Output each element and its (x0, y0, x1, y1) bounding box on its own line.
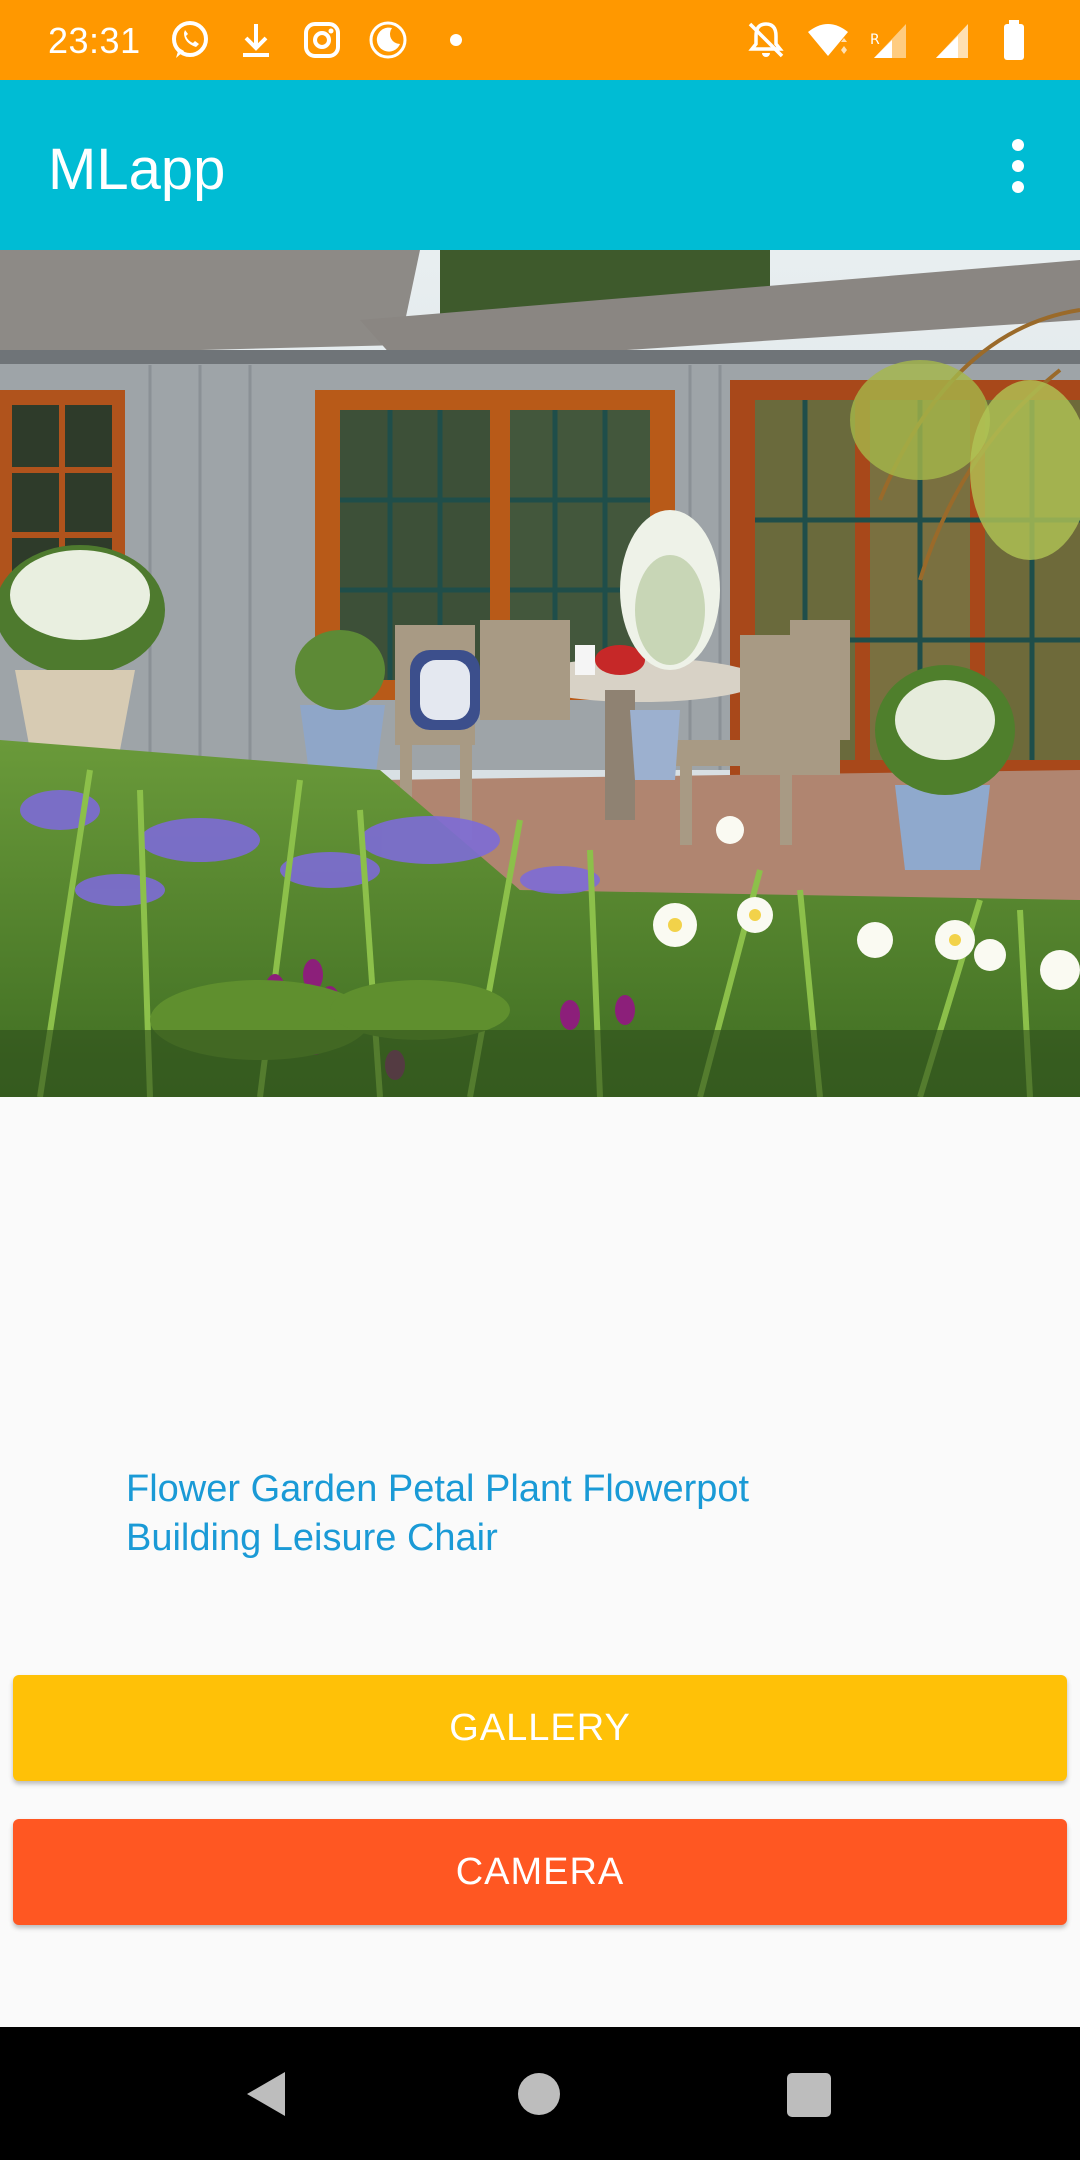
back-icon[interactable] (245, 2070, 289, 2118)
roaming-letter: R (870, 32, 880, 48)
signal-icon (930, 18, 974, 62)
status-left-icons (168, 14, 462, 66)
menu-dot (1012, 139, 1024, 151)
night-mode-icon (366, 18, 410, 62)
status-right-icons: R (744, 14, 1036, 66)
mute-icon (744, 18, 788, 62)
signal-roaming-icon: R (868, 18, 912, 62)
app-bar: MLapp (0, 80, 1080, 250)
instagram-icon (300, 18, 344, 62)
download-icon (234, 18, 278, 62)
wifi-icon (806, 18, 850, 62)
status-time: 23:31 (48, 20, 141, 61)
notification-dot (450, 34, 462, 46)
battery-icon (992, 18, 1036, 62)
whatsapp-icon (168, 18, 212, 62)
status-bar: 23:31 R (0, 0, 1080, 80)
gallery-button[interactable]: GALLERY (13, 1675, 1067, 1781)
recents-icon[interactable] (787, 2073, 831, 2117)
home-icon[interactable] (518, 2073, 560, 2115)
more-vert-icon[interactable] (982, 130, 1054, 202)
menu-dot (1012, 181, 1024, 193)
garden-patio-image (0, 250, 1080, 1097)
menu-dot (1012, 160, 1024, 172)
camera-button[interactable]: CAMERA (13, 1819, 1067, 1925)
labels-result-text: Flower Garden Petal Plant Flowerpot Buil… (126, 1468, 750, 1559)
navigation-bar (0, 2027, 1080, 2160)
app-title: MLapp (48, 137, 226, 202)
